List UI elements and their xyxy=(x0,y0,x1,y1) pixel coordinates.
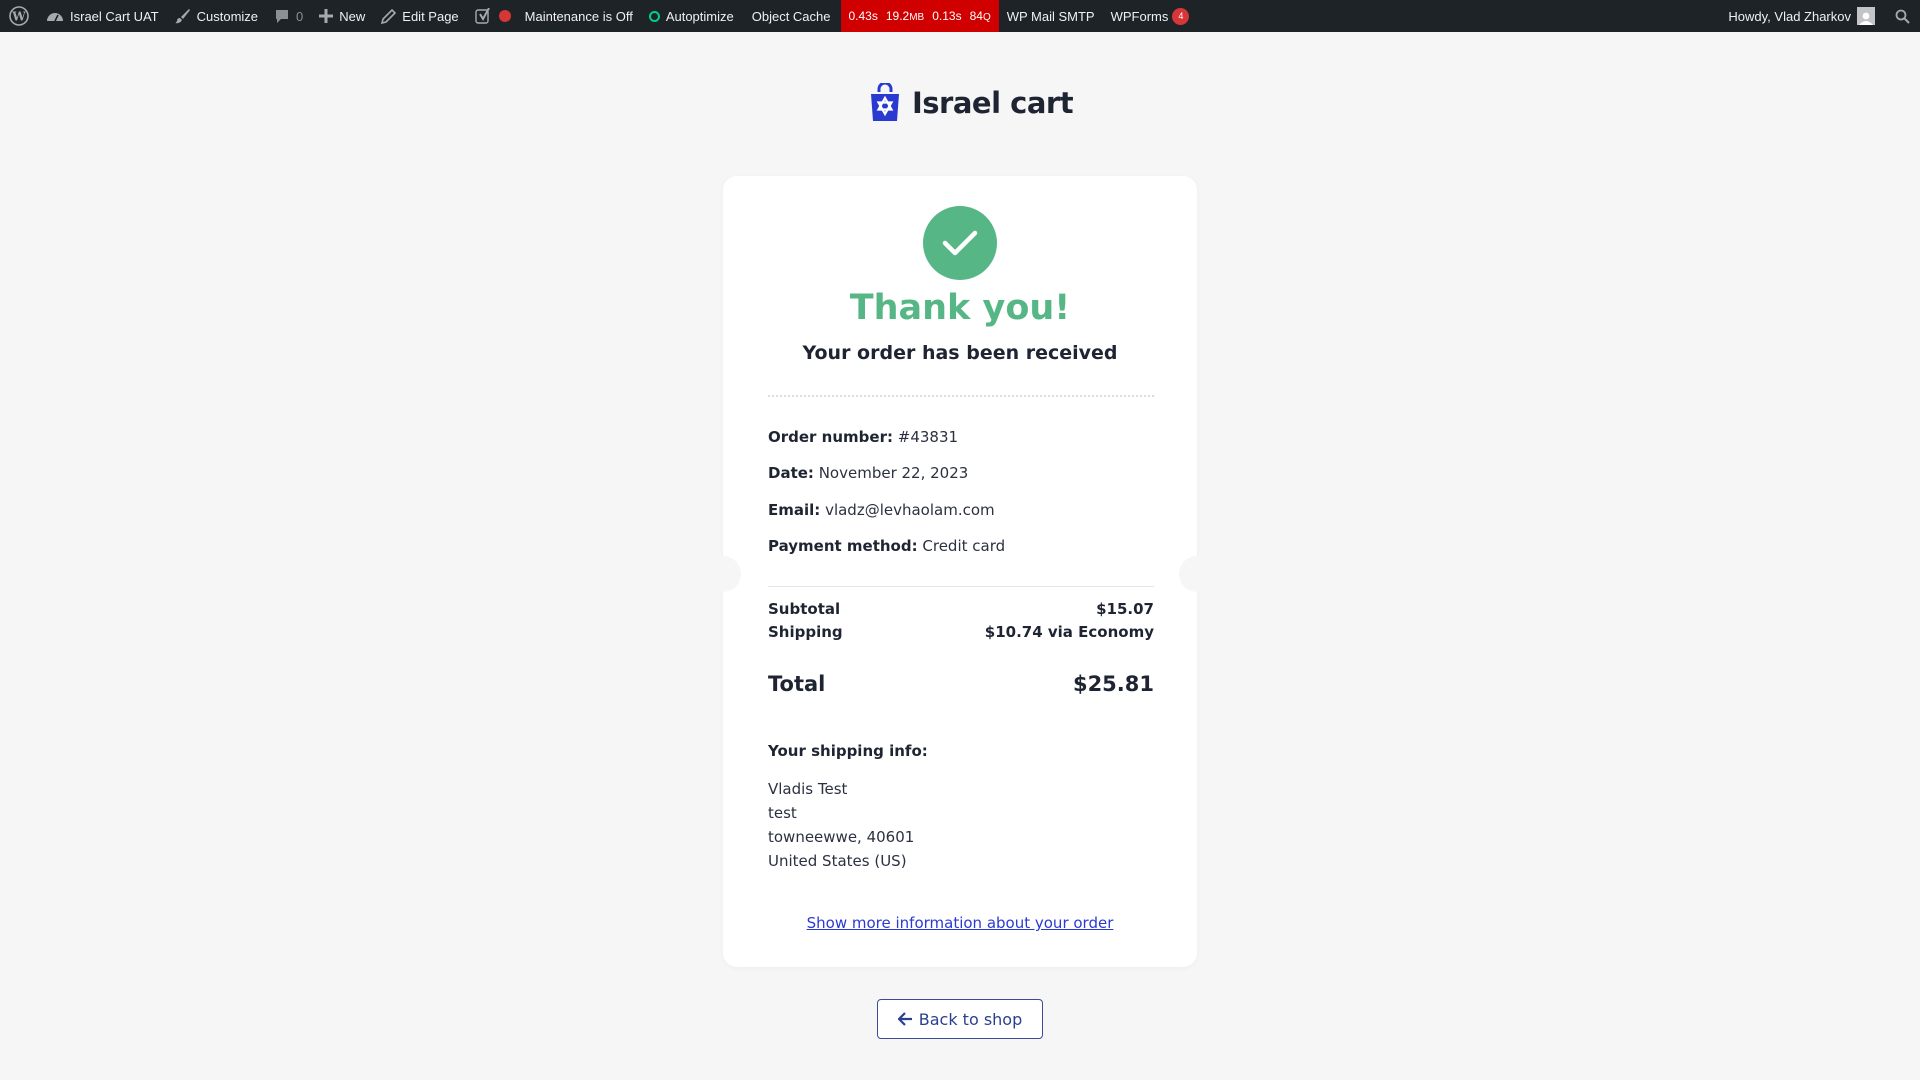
subtotal-row: Subtotal $15.07 xyxy=(768,600,1154,618)
edit-page-label: Edit Page xyxy=(402,8,459,24)
shipping-address-line: towneewwe, 40601 xyxy=(768,828,915,846)
shipping-row: Shipping $10.74 via Economy xyxy=(768,623,1154,641)
search-icon xyxy=(1895,9,1910,24)
wp-mail-smtp-label: WP Mail SMTP xyxy=(1006,8,1095,24)
shipping-address-line: United States (US) xyxy=(768,852,907,870)
order-email-line: Email: vladz@levhaolam.com xyxy=(768,501,1158,519)
payment-method-line: Payment method: Credit card xyxy=(768,537,1158,555)
order-number-label: Order number: xyxy=(768,428,893,446)
ticket-notch-right xyxy=(1179,556,1215,592)
wp-mail-smtp-menu[interactable]: WP Mail SMTP xyxy=(999,0,1103,32)
query-monitor-menu[interactable]: 0.43s 19.2MB 0.13s 84Q xyxy=(840,0,999,32)
thank-you-heading: Thank you! xyxy=(849,288,1071,328)
dashboard-icon xyxy=(46,9,64,23)
order-email-value: vladz@levhaolam.com xyxy=(825,501,995,519)
total-value: $25.81 xyxy=(1072,672,1154,696)
my-account-menu[interactable]: Howdy, Vlad Zharkov xyxy=(1720,0,1883,32)
order-date-value: November 22, 2023 xyxy=(818,464,969,482)
logo-text: Israel cart xyxy=(912,86,1074,120)
order-received-subtitle: Your order has been received xyxy=(802,342,1118,364)
back-to-shop-button[interactable]: Back to shop xyxy=(877,999,1043,1039)
search-button[interactable] xyxy=(1883,0,1920,32)
show-more-order-info-link[interactable]: Show more information about your order xyxy=(723,914,1197,932)
checkmark-icon xyxy=(923,206,997,280)
object-cache-menu[interactable]: Object Cache xyxy=(742,0,841,32)
total-row: Total $25.81 xyxy=(768,672,1154,696)
shipping-value: $10.74 via Economy xyxy=(984,623,1154,641)
new-content-menu[interactable]: New xyxy=(311,0,373,32)
site-name-menu[interactable]: Israel Cart UAT xyxy=(38,0,167,32)
back-to-shop-label: Back to shop xyxy=(918,1009,1023,1029)
order-confirmation-card: Thank you! Your order has been received … xyxy=(705,176,1215,967)
query-time: 0.13s xyxy=(932,9,962,23)
page-memory: 19.2MB xyxy=(885,9,925,23)
subtotal-value: $15.07 xyxy=(1096,600,1154,618)
payment-method-value: Credit card xyxy=(922,537,1006,555)
order-date-label: Date: xyxy=(768,464,814,482)
wordpress-logo-icon[interactable]: W xyxy=(0,0,38,32)
site-name-label: Israel Cart UAT xyxy=(70,8,159,24)
howdy-label: Howdy, Vlad Zharkov xyxy=(1728,8,1851,24)
wpforms-notification-badge: 4 xyxy=(1172,7,1190,25)
paintbrush-icon xyxy=(174,8,191,24)
shopping-bag-star-of-david-icon xyxy=(868,83,902,123)
totals-divider xyxy=(768,586,1154,587)
autoptimize-menu[interactable]: Autoptimize xyxy=(641,0,742,32)
comments-menu[interactable]: 0 xyxy=(266,0,311,32)
object-cache-label: Object Cache xyxy=(751,8,831,24)
customize-menu[interactable]: Customize xyxy=(167,0,266,32)
svg-text:W: W xyxy=(11,10,26,24)
edit-page-menu[interactable]: Edit Page xyxy=(373,0,466,32)
maintenance-label: Maintenance is Off xyxy=(524,8,633,24)
plus-icon xyxy=(319,9,334,23)
shipping-info-heading: Your shipping info: xyxy=(768,742,928,760)
ticket-notch-left xyxy=(705,556,741,592)
order-number-line: Order number: #43831 xyxy=(768,428,1158,446)
shipping-address-line: Vladis Test xyxy=(768,780,848,798)
dotted-divider xyxy=(768,395,1154,397)
arrow-left-icon xyxy=(897,1012,913,1026)
customize-label: Customize xyxy=(196,8,259,24)
wpforms-menu[interactable]: WPForms 4 xyxy=(1103,0,1198,32)
order-number-value: #43831 xyxy=(897,428,959,446)
subtotal-label: Subtotal xyxy=(768,600,841,618)
autoptimize-label: Autoptimize xyxy=(665,8,734,24)
payment-method-label: Payment method: xyxy=(768,537,918,555)
new-label: New xyxy=(339,8,366,24)
order-date-line: Date: November 22, 2023 xyxy=(768,464,1158,482)
site-logo[interactable]: Israel cart xyxy=(868,82,1074,124)
yoast-icon xyxy=(474,8,491,24)
autoptimize-status-icon xyxy=(648,10,660,22)
order-email-label: Email: xyxy=(768,501,821,519)
yoast-seo-menu[interactable] xyxy=(467,0,519,32)
wpforms-label: WPForms xyxy=(1110,8,1169,24)
maintenance-menu[interactable]: Maintenance is Off xyxy=(519,0,641,32)
pencil-icon xyxy=(381,8,397,24)
admin-bar: W Israel Cart UAT Customize 0 New Edit P… xyxy=(0,0,1920,32)
avatar xyxy=(1857,7,1875,25)
comments-count: 0 xyxy=(296,8,304,24)
total-label: Total xyxy=(768,672,826,696)
query-count: 84Q xyxy=(969,9,991,23)
shipping-address-line: test xyxy=(768,804,797,822)
page-time: 0.43s xyxy=(848,9,878,23)
comment-bubble-icon xyxy=(274,9,290,24)
shipping-label: Shipping xyxy=(768,623,843,641)
seo-status-dot-icon xyxy=(498,10,511,22)
